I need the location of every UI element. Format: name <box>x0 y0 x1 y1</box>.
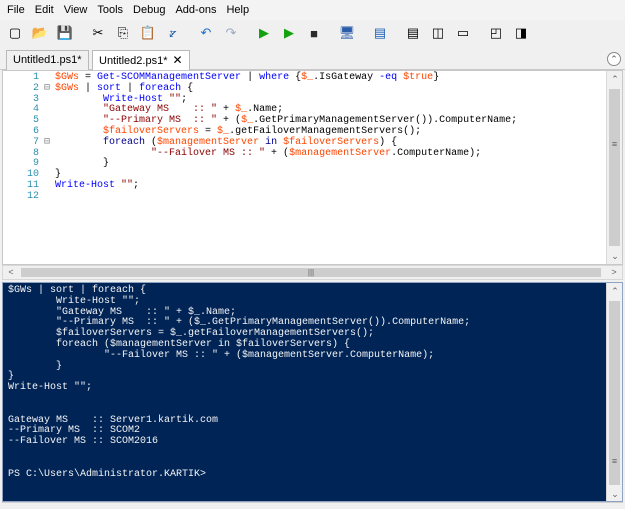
tab-label: Untitled1.ps1* <box>13 54 82 66</box>
tab-untitled2[interactable]: Untitled2.ps1* ✕ <box>92 50 190 71</box>
menu-edit[interactable]: Edit <box>30 0 59 20</box>
copy-icon[interactable]: ⎘ <box>112 22 134 44</box>
new-file-icon[interactable]: ▢ <box>4 22 26 44</box>
line-number: 2 <box>32 82 39 94</box>
toolbar: ▢ 📂 💾 ✂ ⎘ 📋 ⦫ ↶ ↷ ▶ ▶ ■ 🖥 ▤ ▤ ◫ ▭ ◰ ◨ <box>0 20 625 46</box>
console-vertical-scrollbar[interactable]: ⌃ ≡ ⌄ <box>606 283 622 501</box>
line-number: 12 <box>26 190 39 202</box>
menu-debug[interactable]: Debug <box>128 0 170 20</box>
editor-horizontal-scrollbar[interactable]: < ||| > <box>2 265 623 280</box>
scroll-down-icon[interactable]: ⌄ <box>607 248 622 264</box>
save-icon[interactable]: 💾 <box>54 22 76 44</box>
console-line: PS C:\Users\Administrator.KARTIK> <box>8 468 207 480</box>
console-line: Write-Host ""; <box>8 382 93 394</box>
menu-bar: File Edit View Tools Debug Add-ons Help <box>0 0 625 20</box>
remote-powershell-icon[interactable]: 🖥 <box>336 22 358 44</box>
stop-icon[interactable]: ■ <box>303 22 325 44</box>
toolbar-separator <box>361 22 367 44</box>
menu-add-ons[interactable]: Add-ons <box>170 0 221 20</box>
line-number: 7 <box>32 136 39 148</box>
scroll-left-icon[interactable]: < <box>3 266 19 279</box>
undo-icon[interactable]: ↶ <box>195 22 217 44</box>
cut-icon[interactable]: ✂ <box>87 22 109 44</box>
redo-icon[interactable]: ↷ <box>220 22 242 44</box>
console-line: Write-Host ""; <box>8 295 141 307</box>
open-folder-icon[interactable]: 📂 <box>29 22 51 44</box>
toolbar-separator <box>328 22 334 44</box>
console-line: --Failover MS :: SCOM2016 <box>8 436 159 448</box>
fold-toggle-icon[interactable]: ⊟ <box>44 83 50 95</box>
paste-icon[interactable]: 📋 <box>137 22 159 44</box>
show-addon-icon[interactable]: ◨ <box>510 22 532 44</box>
code-line[interactable]: "--Failover MS :: " + ($managementServer… <box>55 148 481 160</box>
editor-vertical-scrollbar[interactable]: ⌃ ≡ ⌄ <box>606 71 622 264</box>
code-line[interactable]: } <box>55 159 109 170</box>
collapse-script-pane-icon[interactable]: ⌃ <box>607 52 621 66</box>
fold-toggle-icon[interactable]: ⊟ <box>44 137 50 149</box>
console-line: "--Failover MS :: " + ($managementServer… <box>8 349 435 361</box>
tab-label: Untitled2.ps1* <box>99 55 168 67</box>
scroll-thumb[interactable]: ≡ <box>609 301 620 485</box>
console-horizontal-scrollbar[interactable] <box>2 502 623 509</box>
close-tab-icon[interactable]: ✕ <box>173 53 183 67</box>
toolbar-separator <box>245 22 251 44</box>
scroll-right-icon[interactable]: > <box>606 266 622 279</box>
run-icon[interactable]: ▶ <box>253 22 275 44</box>
menu-file[interactable]: File <box>2 0 30 20</box>
layout-script-max-icon[interactable]: ▭ <box>452 22 474 44</box>
console-line: } <box>8 360 63 372</box>
layout-script-right-icon[interactable]: ◫ <box>427 22 449 44</box>
script-editor[interactable]: 1 $GWs = Get-SCOMManagementServer | where… <box>2 70 623 265</box>
scroll-thumb[interactable]: ≡ <box>609 89 620 246</box>
scroll-down-icon[interactable]: ⌄ <box>607 486 622 501</box>
scroll-up-icon[interactable]: ⌃ <box>607 71 622 87</box>
scroll-thumb[interactable]: ||| <box>21 268 601 277</box>
script-tab-bar: Untitled1.ps1* Untitled2.ps1* ✕ ⌃ <box>0 48 625 71</box>
console-pane[interactable]: $GWs | sort | foreach { Write-Host ""; "… <box>2 282 623 502</box>
code-line[interactable]: Write-Host ""; <box>55 180 139 192</box>
grip-icon: ||| <box>307 268 315 277</box>
run-selection-icon[interactable]: ▶ <box>278 22 300 44</box>
grip-icon: ≡ <box>611 139 618 149</box>
clear-icon[interactable]: ⦫ <box>162 22 184 44</box>
layout-script-top-icon[interactable]: ▤ <box>402 22 424 44</box>
show-commands-icon[interactable]: ◰ <box>485 22 507 44</box>
toolbar-separator <box>394 22 400 44</box>
toolbar-separator <box>79 22 85 44</box>
tab-untitled1[interactable]: Untitled1.ps1* <box>6 50 89 70</box>
menu-tools[interactable]: Tools <box>92 0 128 20</box>
menu-view[interactable]: View <box>59 0 93 20</box>
menu-help[interactable]: Help <box>221 0 254 20</box>
scroll-up-icon[interactable]: ⌃ <box>607 283 622 299</box>
powershell-icon[interactable]: ▤ <box>369 22 391 44</box>
grip-icon: ≡ <box>611 456 618 466</box>
toolbar-separator <box>477 22 483 44</box>
toolbar-separator <box>187 22 193 44</box>
